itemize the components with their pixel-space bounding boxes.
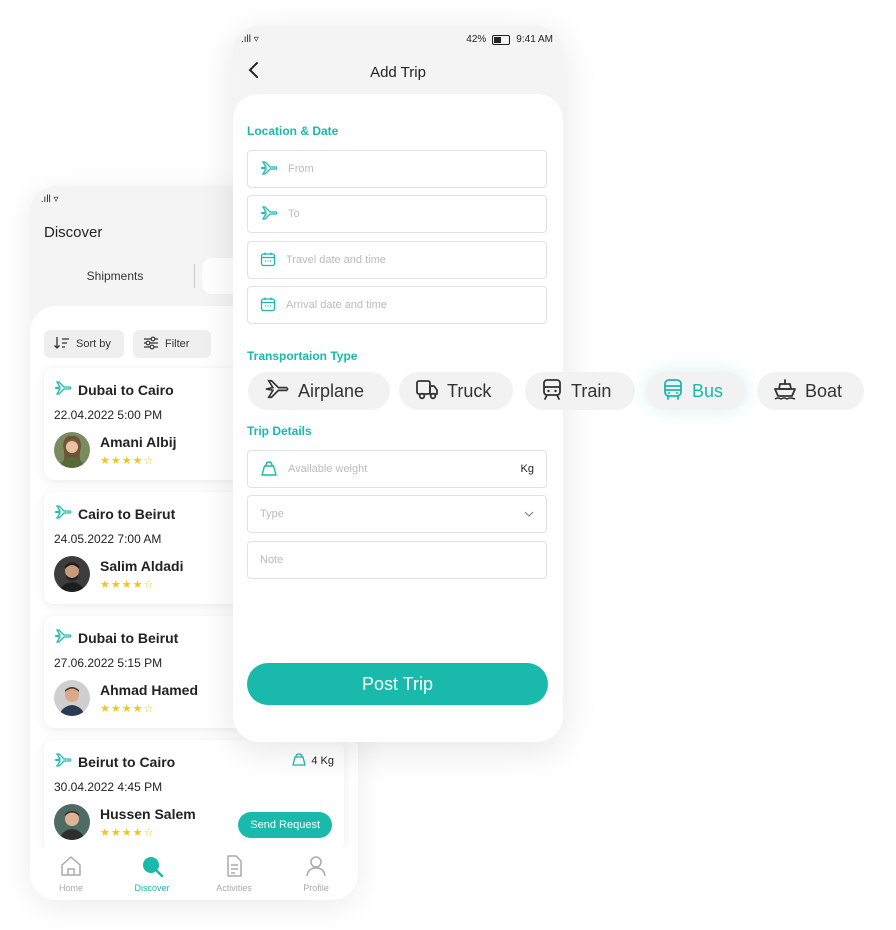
card-route: Dubai to Beirut — [54, 628, 178, 647]
airplane-icon — [54, 380, 72, 399]
transport-boat[interactable]: Boat — [757, 372, 864, 410]
card-date: 22.04.2022 5:00 PM — [54, 408, 163, 422]
star-rating: ★★★★☆ — [100, 827, 155, 839]
airplane-icon — [260, 205, 278, 224]
transport-bus[interactable]: Bus — [646, 372, 746, 410]
nav-activities[interactable]: Activities — [199, 854, 269, 893]
card-date: 30.04.2022 4:45 PM — [54, 780, 163, 794]
filter-button[interactable]: Filter — [133, 330, 211, 358]
bottom-nav: Home Discover Activities Profile — [30, 848, 358, 900]
weight-icon — [260, 460, 278, 479]
avatar — [54, 556, 90, 592]
signal-wifi-status: .ıll ▿ — [241, 34, 259, 45]
calendar-icon — [260, 251, 276, 270]
chevron-down-icon — [524, 508, 534, 520]
tab-shipments[interactable]: Shipments — [30, 254, 200, 298]
airplane-icon — [260, 160, 278, 179]
card-route: Cairo to Beirut — [54, 504, 175, 523]
note-field[interactable]: Note — [247, 541, 547, 579]
star-rating: ★★★★☆ — [100, 703, 155, 715]
filter-label: Filter — [165, 338, 190, 350]
trip-card[interactable]: Beirut to Cairo 4 Kg 30.04.2022 4:45 PM … — [44, 740, 344, 852]
sort-label: Sort by — [76, 338, 111, 350]
airplane-icon — [54, 504, 72, 523]
travel-date-field[interactable]: Travel date and time — [247, 241, 547, 279]
page-title: Discover — [44, 224, 103, 241]
card-date: 24.05.2022 7:00 AM — [54, 532, 162, 546]
nav-profile[interactable]: Profile — [281, 854, 351, 893]
type-select[interactable]: Type — [247, 495, 547, 533]
card-date: 27.06.2022 5:15 PM — [54, 656, 163, 670]
document-icon — [222, 854, 246, 880]
weight-field[interactable]: Available weight Kg — [247, 450, 547, 488]
avatar — [54, 432, 90, 468]
calendar-icon — [260, 296, 276, 315]
section-location-date: Location & Date — [247, 124, 339, 138]
airplane-icon — [54, 752, 72, 771]
nav-discover[interactable]: Discover — [117, 854, 187, 893]
transport-truck[interactable]: Truck — [399, 372, 513, 410]
avatar — [54, 680, 90, 716]
home-icon — [59, 854, 83, 880]
transport-train[interactable]: Train — [525, 372, 635, 410]
sort-button[interactable]: Sort by — [44, 330, 124, 358]
status-bar: .ıll ▿ — [38, 194, 59, 205]
user-icon — [304, 854, 328, 880]
nav-home[interactable]: Home — [36, 854, 106, 893]
card-route: Dubai to Cairo — [54, 380, 174, 399]
battery-icon — [492, 34, 511, 45]
bus-icon — [662, 378, 684, 405]
train-icon — [541, 378, 563, 405]
clock: 9:41 AM — [516, 34, 553, 45]
filter-icon — [143, 336, 159, 353]
search-icon — [140, 854, 164, 880]
status-bar: 42% 9:41 AM — [466, 34, 553, 45]
send-request-button[interactable]: Send Request — [238, 812, 332, 838]
trip-form: Location & Date From To Travel date and … — [233, 94, 563, 742]
sort-icon — [54, 336, 70, 353]
weight-unit: Kg — [520, 463, 534, 475]
card-name: Salim Aldadi — [100, 558, 184, 574]
arrival-date-field[interactable]: Arrival date and time — [247, 286, 547, 324]
from-field[interactable]: From — [247, 150, 547, 188]
transport-airplane[interactable]: Airplane — [248, 372, 390, 410]
page-title: Add Trip — [370, 64, 426, 81]
card-name: Hussen Salem — [100, 806, 196, 822]
section-transport: Transportaion Type — [247, 349, 358, 363]
to-field[interactable]: To — [247, 195, 547, 233]
section-trip-details: Trip Details — [247, 424, 312, 438]
star-rating: ★★★★☆ — [100, 455, 155, 467]
truck-icon — [415, 378, 439, 405]
weight-icon — [291, 752, 307, 769]
card-route: Beirut to Cairo — [54, 752, 175, 771]
segment-divider — [194, 264, 195, 288]
weight-badge: 4 Kg — [291, 752, 334, 769]
airplane-icon — [264, 378, 290, 405]
battery-percent: 42% — [466, 34, 487, 45]
post-trip-button[interactable]: Post Trip — [247, 663, 548, 705]
boat-icon — [773, 378, 797, 405]
card-name: Amani Albij — [100, 434, 177, 450]
card-name: Ahmad Hamed — [100, 682, 199, 698]
airplane-icon — [54, 628, 72, 647]
star-rating: ★★★★☆ — [100, 579, 155, 591]
avatar — [54, 804, 90, 840]
